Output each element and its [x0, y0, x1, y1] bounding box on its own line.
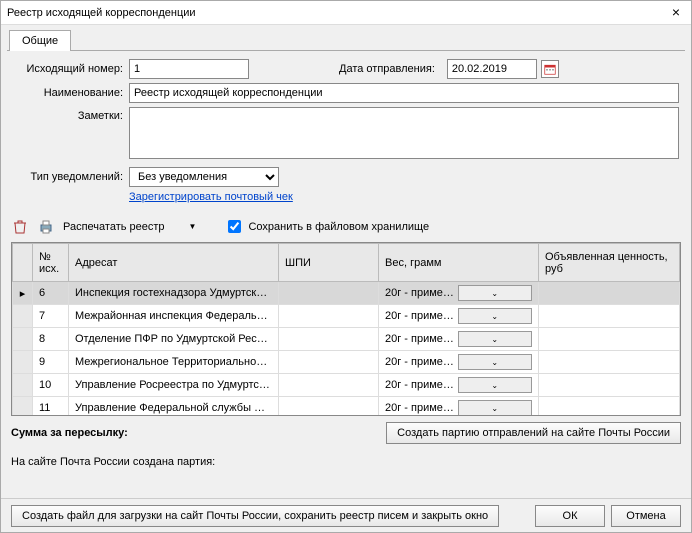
cell-num: 10 — [33, 374, 69, 397]
cell-addressee: Управление Росреестра по Удмуртско… — [69, 374, 279, 397]
table-row[interactable]: 7Межрайонная инспекция Федерально… 20г - … — [13, 305, 680, 328]
chevron-down-icon[interactable]: ⌄ — [458, 285, 533, 301]
grid: № исх. Адресат ШПИ Вес, грамм Объявленна… — [11, 242, 681, 416]
cell-addressee: Межрайонная инспекция Федерально… — [69, 305, 279, 328]
notif-type-select[interactable]: Без уведомления — [129, 167, 279, 187]
cell-weight[interactable]: 20г - примерно 1-2 листа А4⌄ — [379, 305, 539, 328]
save-in-storage-label: Сохранить в файловом хранилище — [248, 221, 429, 233]
cell-shpi — [279, 374, 379, 397]
cell-weight[interactable]: 20г - примерно 1-2 листа А4⌄ — [379, 328, 539, 351]
cell-weight[interactable]: 20г - примерно 1-2 листа А4⌄ — [379, 397, 539, 416]
save-in-storage-checkbox[interactable]: Сохранить в файловом хранилище — [224, 217, 429, 236]
cell-num: 9 — [33, 351, 69, 374]
cell-declared — [539, 282, 680, 305]
cell-addressee: Управление Федеральной службы Суд… — [69, 397, 279, 416]
print-dropdown-icon[interactable]: ▼ — [189, 222, 197, 231]
row-indicator — [13, 328, 33, 351]
cell-addressee: Отделение ПФР по Удмуртской Республ… — [69, 328, 279, 351]
col-num[interactable]: № исх. — [33, 244, 69, 282]
cell-declared — [539, 374, 680, 397]
register-postal-check-link[interactable]: Зарегистрировать почтовый чек — [129, 191, 293, 203]
cell-shpi — [279, 282, 379, 305]
cell-weight[interactable]: 20г - примерно 1-2 листа А4⌄ — [379, 351, 539, 374]
ok-button[interactable]: ОК — [535, 505, 605, 527]
bottom-bar: Создать файл для загрузки на сайт Почты … — [1, 498, 691, 532]
tab-general[interactable]: Общие — [9, 30, 71, 51]
chevron-down-icon[interactable]: ⌄ — [458, 400, 533, 415]
col-addressee[interactable]: Адресат — [69, 244, 279, 282]
row-indicator — [13, 351, 33, 374]
close-icon[interactable]: × — [667, 4, 685, 22]
chevron-down-icon[interactable]: ⌄ — [458, 308, 533, 324]
send-date-input[interactable] — [447, 59, 537, 79]
table-row[interactable]: ▸6Инспекция гостехнадзора Удмуртской … 20… — [13, 282, 680, 305]
cell-declared — [539, 305, 680, 328]
row-indicator — [13, 305, 33, 328]
titlebar: Реестр исходящей корреспонденции × — [1, 1, 691, 25]
cell-num: 7 — [33, 305, 69, 328]
name-label: Наименование: — [13, 87, 129, 99]
sum-label: Сумма за пересылку: — [11, 427, 386, 439]
col-shpi[interactable]: ШПИ — [279, 244, 379, 282]
party-created-row: На сайте Почта России создана партия: — [1, 450, 691, 480]
notes-label: Заметки: — [13, 107, 129, 122]
calendar-icon[interactable] — [541, 60, 559, 78]
cell-num: 11 — [33, 397, 69, 416]
table-row[interactable]: 11Управление Федеральной службы Суд… 20г … — [13, 397, 680, 416]
row-header-col — [13, 244, 33, 282]
outgoing-num-input[interactable] — [129, 59, 249, 79]
create-file-close-button[interactable]: Создать файл для загрузки на сайт Почты … — [11, 505, 499, 527]
table-row[interactable]: 10Управление Росреестра по Удмуртско… 20г… — [13, 374, 680, 397]
print-registry-label[interactable]: Распечатать реестр — [63, 221, 165, 233]
name-input[interactable] — [129, 83, 679, 103]
cell-num: 8 — [33, 328, 69, 351]
cell-addressee: Инспекция гостехнадзора Удмуртской … — [69, 282, 279, 305]
row-indicator: ▸ — [13, 282, 33, 305]
table-row[interactable]: 9Межрегиональное Территориальное у… 20г -… — [13, 351, 680, 374]
create-batch-button[interactable]: Создать партию отправлений на сайте Почт… — [386, 422, 681, 444]
row-indicator — [13, 397, 33, 416]
cell-weight[interactable]: 20г - примерно 1-2 листа А4⌄ — [379, 374, 539, 397]
tab-body-general: Исходящий номер: Дата отправления: Наиме… — [7, 50, 685, 211]
send-date-label: Дата отправления: — [339, 63, 441, 75]
cell-addressee: Межрегиональное Территориальное у… — [69, 351, 279, 374]
chevron-down-icon[interactable]: ⌄ — [458, 331, 533, 347]
cell-num: 6 — [33, 282, 69, 305]
chevron-down-icon[interactable]: ⌄ — [458, 377, 533, 393]
cell-weight[interactable]: 20г - примерно 1-2 листа А4⌄ — [379, 282, 539, 305]
cell-shpi — [279, 397, 379, 416]
print-icon[interactable] — [37, 218, 55, 236]
outgoing-num-label: Исходящий номер: — [13, 63, 129, 75]
delete-icon[interactable] — [11, 218, 29, 236]
party-created-label: На сайте Почта России создана партия: — [11, 456, 215, 468]
grid-scroll[interactable]: № исх. Адресат ШПИ Вес, грамм Объявленна… — [12, 243, 680, 415]
notes-input[interactable] — [129, 107, 679, 159]
col-declared[interactable]: Объявленная ценность, руб — [539, 244, 680, 282]
toolbar: Распечатать реестр ▼ Сохранить в файлово… — [1, 211, 691, 242]
cell-shpi — [279, 351, 379, 374]
sum-row: Сумма за пересылку: Создать партию отпра… — [1, 416, 691, 450]
row-indicator — [13, 374, 33, 397]
notif-type-label: Тип уведомлений: — [13, 171, 129, 183]
cell-declared — [539, 351, 680, 374]
cell-declared — [539, 328, 680, 351]
tabstrip: Общие — [1, 29, 691, 50]
table-row[interactable]: 8Отделение ПФР по Удмуртской Республ… 20г… — [13, 328, 680, 351]
chevron-down-icon[interactable]: ⌄ — [458, 354, 533, 370]
cancel-button[interactable]: Отмена — [611, 505, 681, 527]
cell-shpi — [279, 305, 379, 328]
window-title: Реестр исходящей корреспонденции — [7, 7, 667, 19]
col-weight[interactable]: Вес, грамм — [379, 244, 539, 282]
dialog-window: Реестр исходящей корреспонденции × Общие… — [0, 0, 692, 533]
save-in-storage-input[interactable] — [228, 220, 241, 233]
cell-shpi — [279, 328, 379, 351]
cell-declared — [539, 397, 680, 416]
